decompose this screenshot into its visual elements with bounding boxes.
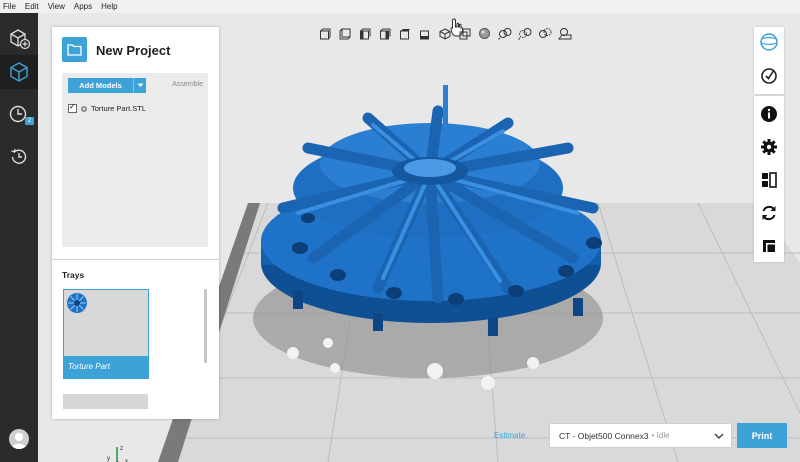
printer-name: CT - Objet500 Connex3 <box>559 430 649 441</box>
front-view-icon[interactable] <box>316 26 333 41</box>
menu-bar: File Edit View Apps Help <box>0 0 800 13</box>
avatar[interactable] <box>9 429 29 449</box>
chevron-down-icon <box>714 433 724 440</box>
top-view-icon[interactable] <box>396 26 413 41</box>
chevron-down-icon <box>137 83 143 87</box>
models-list: Add Models Assemble Torture Part.STL <box>62 73 208 247</box>
perspective-icon[interactable] <box>456 26 473 41</box>
trays-scrollbar[interactable] <box>204 289 207 363</box>
model-checkbox[interactable] <box>68 102 77 113</box>
settings-gear-icon[interactable] <box>757 135 781 159</box>
history-icon[interactable] <box>7 145 31 169</box>
tray-placeholder <box>63 394 148 409</box>
menu-edit[interactable]: Edit <box>25 2 39 11</box>
assemble-button[interactable]: Assemble <box>172 81 203 88</box>
tray-label: Torture Part <box>64 356 148 378</box>
print-button[interactable]: Print <box>737 423 787 448</box>
view-toolbar <box>316 25 573 42</box>
layout-icon[interactable] <box>757 168 781 192</box>
svg-text:y: y <box>107 456 110 462</box>
left-rail: 2 <box>0 13 38 462</box>
menu-view[interactable]: View <box>48 2 65 11</box>
tray-view-icon[interactable] <box>556 26 573 41</box>
zoom-in-icon[interactable] <box>516 26 533 41</box>
info-icon[interactable] <box>757 102 781 126</box>
add-models-button[interactable]: Add Models <box>68 78 146 93</box>
bottom-view-icon[interactable] <box>416 26 433 41</box>
zoom-out-icon[interactable] <box>536 26 553 41</box>
add-models-label: Add Models <box>79 81 122 90</box>
tray-part-thumbnail-icon <box>67 293 87 313</box>
printer-select[interactable]: CT - Objet500 Connex3 • Idle <box>549 423 732 448</box>
add-models-dropdown[interactable] <box>133 78 146 93</box>
svg-text:z: z <box>120 446 123 452</box>
3d-cube-icon[interactable] <box>7 60 31 84</box>
queue-badge: 2 <box>25 117 34 125</box>
menu-help[interactable]: Help <box>101 2 117 11</box>
right-toolbar-top <box>754 27 784 94</box>
folder-icon <box>62 37 87 62</box>
globe-icon[interactable] <box>757 30 781 54</box>
project-title[interactable]: New Project <box>96 43 170 58</box>
left-view-icon[interactable] <box>356 26 373 41</box>
right-view-icon[interactable] <box>376 26 393 41</box>
add-model-icon[interactable] <box>7 27 31 51</box>
menu-apps[interactable]: Apps <box>74 2 92 11</box>
axes-indicator-icon: z y x <box>107 446 128 462</box>
panel-divider <box>52 259 219 260</box>
estimate-link[interactable]: Estimate <box>494 431 525 440</box>
zoom-fit-icon[interactable] <box>496 26 513 41</box>
clock-check-icon[interactable] <box>757 63 781 87</box>
right-toolbar-bottom <box>754 96 784 262</box>
printer-status: • Idle <box>651 431 670 440</box>
back-view-icon[interactable] <box>336 26 353 41</box>
model-gear-icon <box>81 105 87 112</box>
menu-file[interactable]: File <box>3 2 16 11</box>
iso-view-icon[interactable] <box>436 26 453 41</box>
refresh-icon[interactable] <box>757 201 781 225</box>
list-item[interactable]: Torture Part.STL <box>68 102 147 113</box>
sphere-icon[interactable] <box>476 26 493 41</box>
corner-icon[interactable] <box>757 234 781 258</box>
trays-title: Trays <box>62 270 85 280</box>
project-panel: New Project Add Models Assemble Torture … <box>52 27 219 419</box>
model-name: Torture Part.STL <box>91 104 147 113</box>
tray-thumbnail[interactable]: Torture Part <box>63 289 149 379</box>
clock-queue-icon[interactable]: 2 <box>7 102 34 126</box>
